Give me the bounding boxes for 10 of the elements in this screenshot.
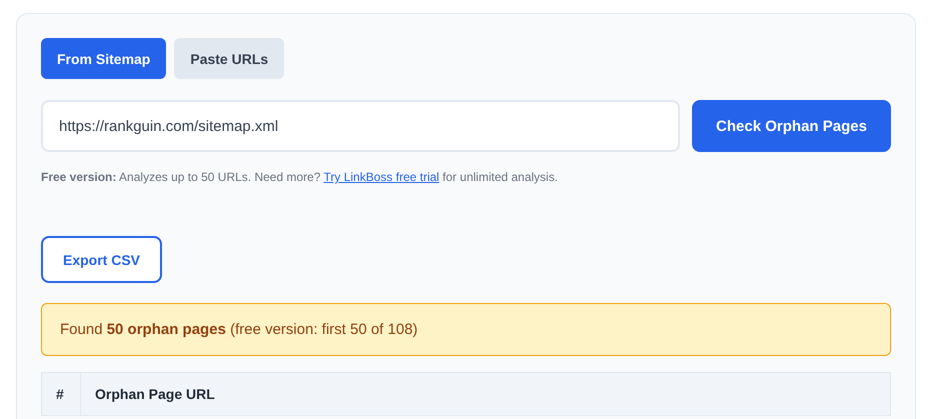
free-version-note: Free version: Analyzes up to 50 URLs. Need more? Try LinkBoss free trial for unlimited analysis. xyxy=(41,170,559,184)
trial-link[interactable]: Try LinkBoss free trial xyxy=(324,170,440,184)
source-tab[interactable]: From Sitemap xyxy=(41,38,166,79)
column-header: # xyxy=(42,372,80,416)
result-notice: Found 50 orphan pages (free version: first 50 of 108) xyxy=(41,303,891,356)
sitemap-url-field[interactable]: https://rankguin.com/sitemap.xml xyxy=(41,100,680,152)
column-header: Orphan Page URL xyxy=(80,372,890,416)
export-csv-button[interactable]: Export CSV xyxy=(41,236,162,283)
source-tab[interactable]: Paste URLs xyxy=(174,38,284,79)
check-orphan-pages-button[interactable]: Check Orphan Pages xyxy=(692,100,891,152)
